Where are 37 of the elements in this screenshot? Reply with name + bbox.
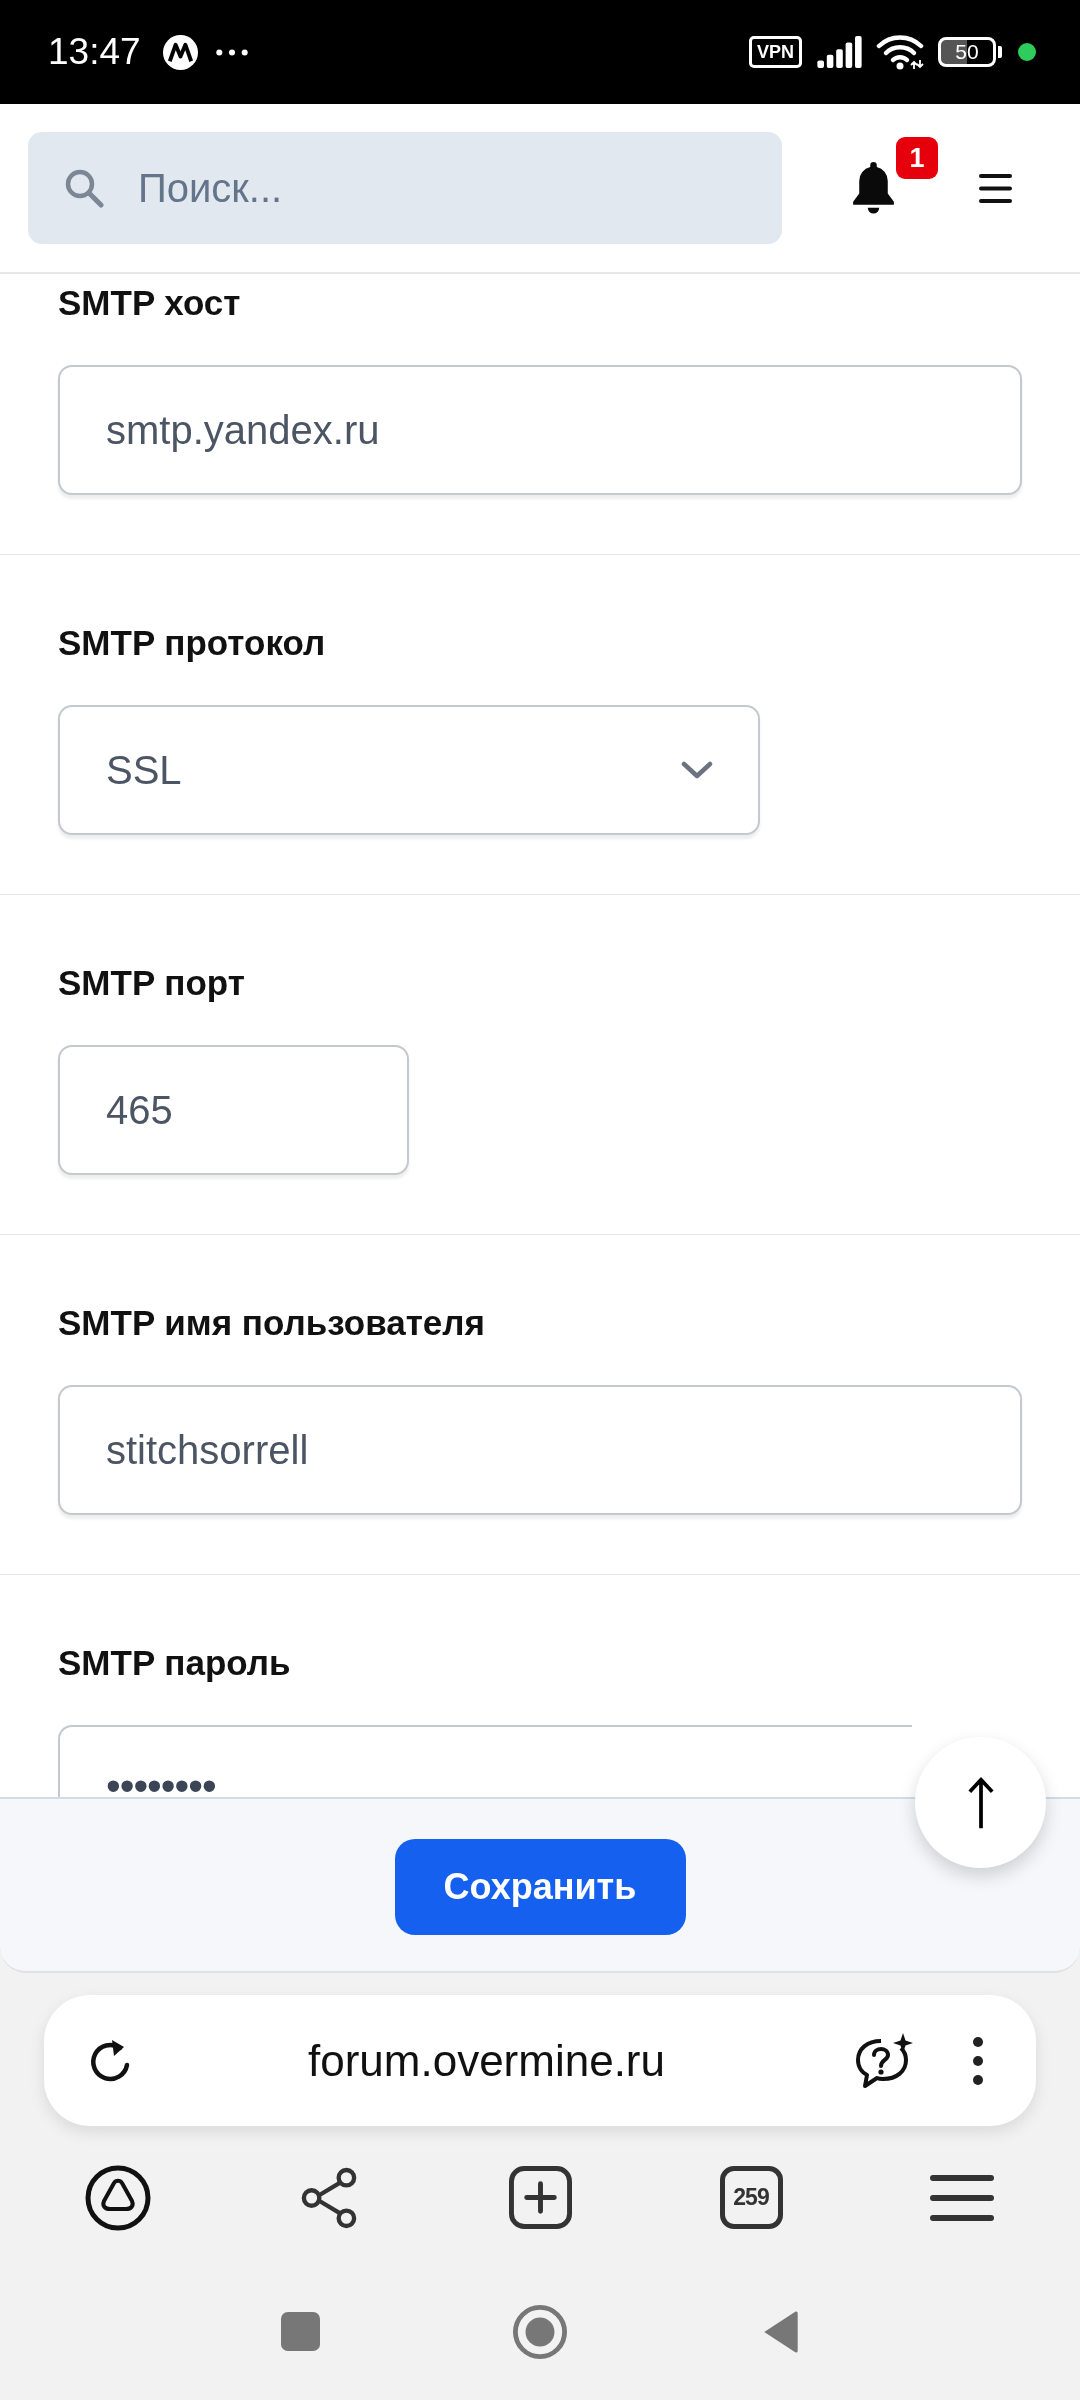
reload-icon[interactable] (88, 2037, 132, 2084)
ellipsis-icon (215, 48, 248, 56)
wifi-icon (876, 34, 924, 70)
save-button[interactable]: Сохранить (394, 1839, 686, 1935)
address-bar[interactable]: forum.overmine.ru (44, 1995, 1036, 2126)
vpn-badge: VPN (749, 36, 802, 68)
square-icon[interactable] (280, 2312, 320, 2351)
plus-icon[interactable] (508, 2166, 572, 2229)
url-text[interactable]: forum.overmine.ru (132, 2035, 841, 2086)
search-icon (64, 168, 104, 208)
battery-indicator: 50 (938, 37, 1002, 67)
question-chat-icon[interactable] (855, 2032, 915, 2089)
tab-count-button[interactable]: 259 (719, 2166, 783, 2229)
text-field[interactable]: smtp.yandex.ru (58, 365, 1022, 495)
share-icon[interactable] (300, 2166, 358, 2229)
menu-icon[interactable] (979, 173, 1012, 203)
status-time: 13:47 (48, 30, 141, 74)
field-label: SMTP имя пользователя (58, 1302, 485, 1344)
number-field[interactable]: 465 (58, 1045, 409, 1175)
field-label: SMTP протокол (58, 622, 326, 664)
zigzag-circle-icon (162, 34, 198, 70)
text-field[interactable]: stitchsorrell (58, 1385, 1022, 1515)
more-icon[interactable] (972, 2035, 984, 2086)
field-label: SMTP пароль (58, 1642, 291, 1684)
notification-badge: 1 (896, 136, 938, 179)
select-field[interactable]: SSL (58, 705, 760, 835)
arrow-up-icon (966, 1775, 995, 1830)
signal-icon (816, 36, 863, 68)
field-label: SMTP порт (58, 962, 245, 1004)
search-bar[interactable]: Поиск... (28, 132, 782, 244)
menu-icon[interactable] (930, 2174, 994, 2221)
search-input[interactable]: Поиск... (138, 165, 782, 211)
field-label: SMTP хост (58, 282, 241, 324)
status-dot-icon (1018, 43, 1036, 61)
chevron-down-icon (681, 761, 713, 779)
password-field[interactable]: •••••••• (58, 1725, 912, 1797)
circle-icon[interactable] (513, 2304, 567, 2359)
